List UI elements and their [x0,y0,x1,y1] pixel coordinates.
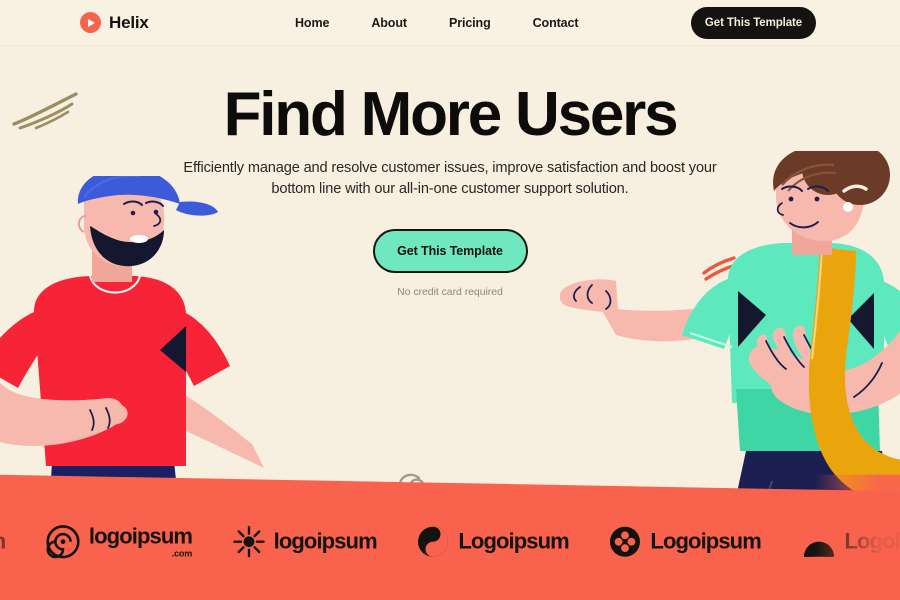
logo-item-logoipsum-clover[interactable]: Logoipsum [609,526,761,558]
logo-sublabel: .com [171,548,193,559]
nav-item-home[interactable]: Home [295,16,329,30]
logo-label: Logoipsum [273,528,377,554]
brand-logo[interactable]: Helix [80,12,149,33]
header-cta-button[interactable]: Get This Template [691,7,816,39]
logo-label: ipsum [0,528,6,554]
hero-cta-container: Get This Template [0,229,900,273]
logo-marquee-band: ipsum logoipsum .com logoipsum Logoipsum… [0,474,900,600]
arch-icon [803,541,834,557]
logo-label: Logoipsum [844,528,900,554]
swirl-circle-icon [418,526,449,557]
nav-item-about[interactable]: About [371,16,407,30]
spiral-icon [46,525,80,559]
play-circle-icon [80,12,101,33]
nav-item-contact[interactable]: Contact [533,16,579,30]
logo-item-logoipsum-partial[interactable]: ipsum [0,528,6,554]
page-title: Find More Users [223,80,679,149]
logo-label: Logoipsum [458,528,569,554]
logo-label: logoipsum [88,523,193,549]
logo-label: Logoipsum [650,528,761,554]
clover-circle-icon [610,526,641,557]
hero-note: No credit card required [397,286,503,298]
logo-item-logoipsum-spiral[interactable]: logoipsum .com [46,523,193,559]
logo-item-logoipsum-arch[interactable]: Logoipsum [801,526,900,558]
logo-item-logoipsum-sunburst[interactable]: Logoipsum [232,526,377,558]
sunburst-icon [232,526,265,558]
hero-cta-button[interactable]: Get This Template [372,229,528,273]
brand-name: Helix [109,12,149,32]
hero-subtitle: Efficiently manage and resolve customer … [183,160,717,197]
site-header: Helix Home About Pricing Contact Get Thi… [0,0,900,46]
main-nav: Home About Pricing Contact [295,16,579,30]
logo-list: ipsum logoipsum .com logoipsum Logoipsum… [0,507,900,577]
nav-item-pricing[interactable]: Pricing [449,16,491,30]
landing-page: Helix Home About Pricing Contact Get Thi… [0,0,900,600]
logo-item-logoipsum-swirl[interactable]: Logoipsum [417,526,569,558]
